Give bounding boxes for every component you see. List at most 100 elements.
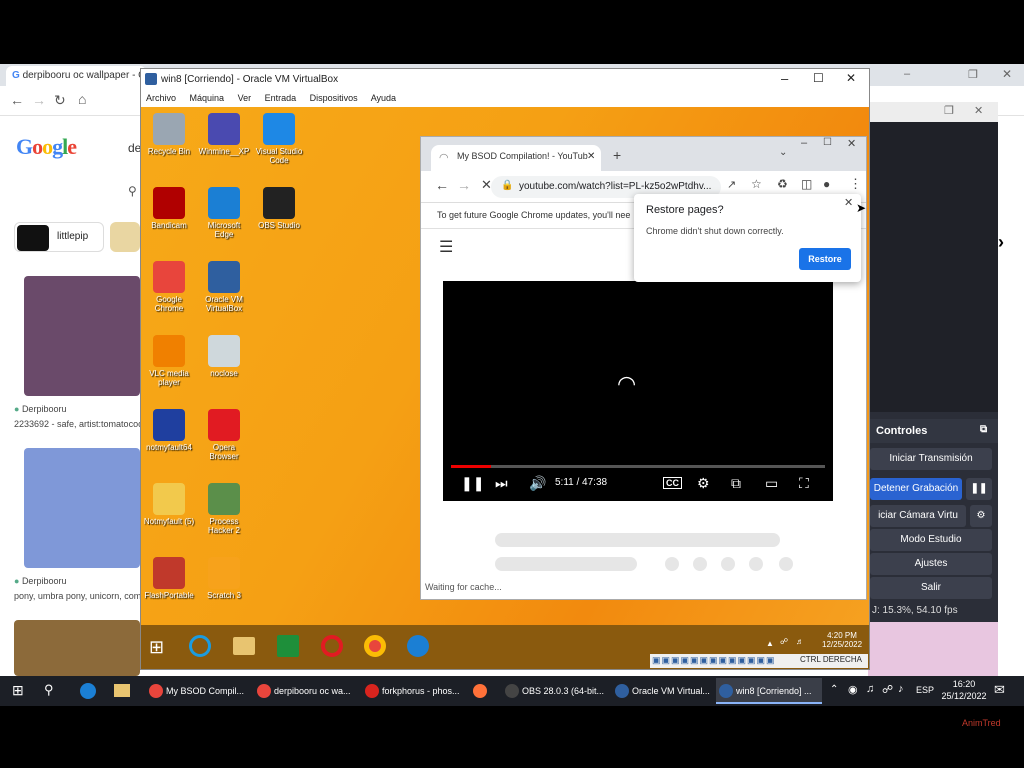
video-progress-bar[interactable] bbox=[451, 465, 825, 468]
tray-app-icon[interactable]: ◉ bbox=[848, 683, 858, 696]
taskbar-app-button[interactable]: Oracle VM Virtual... bbox=[612, 678, 718, 704]
network-icon[interactable]: ☍ bbox=[780, 637, 788, 646]
extensions-icon[interactable]: ♻ bbox=[777, 177, 788, 191]
desktop-icon[interactable]: Recycle Bin bbox=[143, 113, 195, 156]
reload-icon[interactable]: ↻ bbox=[54, 92, 66, 109]
gear-icon[interactable]: ⚙ bbox=[970, 505, 992, 527]
start-stream-button[interactable]: Iniciar Transmisión bbox=[870, 448, 992, 470]
settings-gear-icon[interactable]: ⚙ bbox=[697, 475, 710, 492]
result-caption-2[interactable]: pony, umbra pony, unicorn, comic bbox=[14, 591, 148, 601]
desktop-icon[interactable]: Visual Studio Code bbox=[253, 113, 305, 165]
bg-tab[interactable]: G derpibooru oc wallpaper - G bbox=[6, 66, 146, 86]
taskbar-app-button[interactable]: derpibooru oc wa... bbox=[254, 678, 360, 704]
menu-maquina[interactable]: Máquina bbox=[190, 93, 225, 103]
desktop-icon[interactable]: OBS Studio bbox=[253, 187, 305, 230]
opera-icon[interactable] bbox=[321, 635, 343, 657]
minimize-icon[interactable]: – bbox=[904, 68, 910, 80]
close-icon[interactable]: ✕ bbox=[1002, 67, 1012, 81]
side-panel-icon[interactable]: ◫ bbox=[801, 177, 812, 191]
desktop-icon[interactable]: FlashPortable bbox=[143, 557, 195, 600]
store-icon[interactable] bbox=[277, 635, 299, 657]
taskbar-app-button[interactable]: win8 [Corriendo] ... bbox=[716, 678, 822, 704]
desktop-icon[interactable]: Process Hacker 2 bbox=[198, 483, 250, 535]
bookmark-star-icon[interactable]: ☆ bbox=[751, 177, 762, 191]
edge-icon[interactable] bbox=[407, 635, 429, 657]
windows-logo-icon[interactable]: ⊞ bbox=[12, 682, 24, 699]
edge-taskbar-icon[interactable] bbox=[80, 683, 96, 699]
share-icon[interactable]: ↗ bbox=[727, 178, 736, 191]
taskbar-app-button[interactable]: forkphorus - phos... bbox=[362, 678, 468, 704]
dialog-close-icon[interactable]: ✕ bbox=[844, 196, 853, 209]
vbox-device-icons[interactable]: ▣▣▣▣▣▣▣▣▣▣▣▣▣ bbox=[652, 655, 776, 666]
desktop-icon[interactable]: Microsoft Edge bbox=[198, 187, 250, 239]
result-image-2[interactable] bbox=[24, 448, 140, 568]
host-clock[interactable]: 16:20 25/12/2022 bbox=[940, 678, 988, 702]
tab-close-icon[interactable]: ✕ bbox=[587, 151, 595, 162]
language-indicator[interactable]: ESP bbox=[916, 685, 934, 695]
menu-ver[interactable]: Ver bbox=[238, 93, 252, 103]
desktop-icon[interactable]: notmyfault64 bbox=[143, 409, 195, 452]
file-explorer-icon[interactable] bbox=[233, 637, 255, 655]
miniplayer-icon[interactable]: ⧉ bbox=[731, 475, 741, 492]
obs-close-icon[interactable]: ✕ bbox=[974, 104, 983, 117]
search-taskbar-icon[interactable]: ⚲ bbox=[44, 682, 54, 698]
desktop-icon[interactable]: Opera Browser bbox=[198, 409, 250, 461]
vbox-maximize-icon[interactable]: ☐ bbox=[813, 71, 824, 85]
result-caption-1[interactable]: 2233692 - safe, artist:tomatococ bbox=[14, 419, 143, 429]
desktop-icon[interactable]: Bandicam bbox=[143, 187, 195, 230]
menu-dispositivos[interactable]: Dispositivos bbox=[310, 93, 358, 103]
profile-icon[interactable]: ● bbox=[823, 177, 830, 191]
next-button-icon[interactable]: ⏭ bbox=[495, 475, 508, 492]
desktop-icon[interactable]: Notmyfault (5) bbox=[143, 483, 195, 526]
dock-icon[interactable]: ⧉ bbox=[980, 424, 987, 435]
taskbar-app-button[interactable]: My BSOD Compil... bbox=[146, 678, 252, 704]
guest-clock[interactable]: 4:20 PM 12/25/2022 bbox=[822, 631, 862, 649]
exit-button[interactable]: Salir bbox=[870, 577, 992, 599]
speaker-icon[interactable]: ♪ bbox=[898, 683, 904, 695]
ie-icon[interactable] bbox=[189, 635, 211, 657]
settings-button[interactable]: Ajustes bbox=[870, 553, 992, 575]
pause-icon[interactable]: ❚❚ bbox=[966, 478, 992, 500]
desktop-icon[interactable]: Google Chrome bbox=[143, 261, 195, 313]
result-image-1[interactable] bbox=[24, 276, 140, 396]
vbox-close-icon[interactable]: ✕ bbox=[846, 71, 856, 85]
chip-thumb-2[interactable] bbox=[110, 222, 140, 252]
hamburger-menu-icon[interactable]: ☰ bbox=[439, 237, 453, 257]
network-tray-icon[interactable]: ☍ bbox=[882, 683, 893, 696]
new-tab-icon[interactable]: + bbox=[613, 147, 621, 163]
chrome-icon[interactable] bbox=[364, 635, 386, 657]
windows-start-icon[interactable]: ⊞ bbox=[149, 637, 164, 658]
desktop-icon[interactable]: Oracle VM VirtualBox bbox=[198, 261, 250, 313]
chrome-close-icon[interactable]: ✕ bbox=[847, 137, 856, 150]
notifications-icon[interactable]: ✉ bbox=[994, 682, 1005, 698]
explorer-taskbar-icon[interactable] bbox=[114, 684, 130, 697]
youtube-tab[interactable]: ◠ My BSOD Compilation! - YouTub ✕ bbox=[431, 145, 601, 171]
obs-restore-icon[interactable]: ❐ bbox=[944, 104, 954, 117]
forward-icon[interactable]: → bbox=[32, 92, 46, 108]
taskbar-app-button[interactable]: OBS 28.0.3 (64-bit... bbox=[502, 678, 608, 704]
fullscreen-icon[interactable]: ⛶ bbox=[799, 475, 809, 492]
chip-littlepip[interactable]: littlepip bbox=[14, 222, 104, 252]
vbox-minimize-icon[interactable]: – bbox=[781, 71, 788, 86]
desktop-icon[interactable]: noclose bbox=[198, 335, 250, 378]
menu-ayuda[interactable]: Ayuda bbox=[371, 93, 396, 103]
forward-arrow-icon[interactable]: → bbox=[457, 177, 471, 193]
studio-mode-button[interactable]: Modo Estudio bbox=[870, 529, 992, 551]
start-virtual-camera-button[interactable]: iciar Cámara Virtu bbox=[870, 505, 966, 527]
menu-archivo[interactable]: Archivo bbox=[146, 93, 176, 103]
restore-button[interactable]: Restore bbox=[799, 248, 851, 270]
restore-icon[interactable]: ❐ bbox=[968, 68, 978, 81]
stop-recording-button[interactable]: Detener Grabación bbox=[870, 478, 962, 500]
tray-arrow-icon[interactable]: ▲ bbox=[766, 639, 774, 648]
home-icon[interactable]: ⌂ bbox=[78, 91, 86, 107]
desktop-icon[interactable]: VLC media player bbox=[143, 335, 195, 387]
captions-icon[interactable]: CC bbox=[663, 477, 682, 489]
chrome-minimize-icon[interactable]: – bbox=[801, 137, 807, 149]
back-icon[interactable]: ← bbox=[10, 92, 24, 108]
microphone-icon[interactable]: ♫ bbox=[866, 683, 874, 695]
desktop-icon[interactable]: Scratch 3 bbox=[198, 557, 250, 600]
result-image-3[interactable] bbox=[14, 620, 140, 676]
tray-up-icon[interactable]: ⌃ bbox=[830, 684, 838, 695]
kebab-menu-icon[interactable]: ⋮ bbox=[849, 176, 862, 192]
chevron-right-icon[interactable]: › bbox=[998, 232, 1004, 253]
